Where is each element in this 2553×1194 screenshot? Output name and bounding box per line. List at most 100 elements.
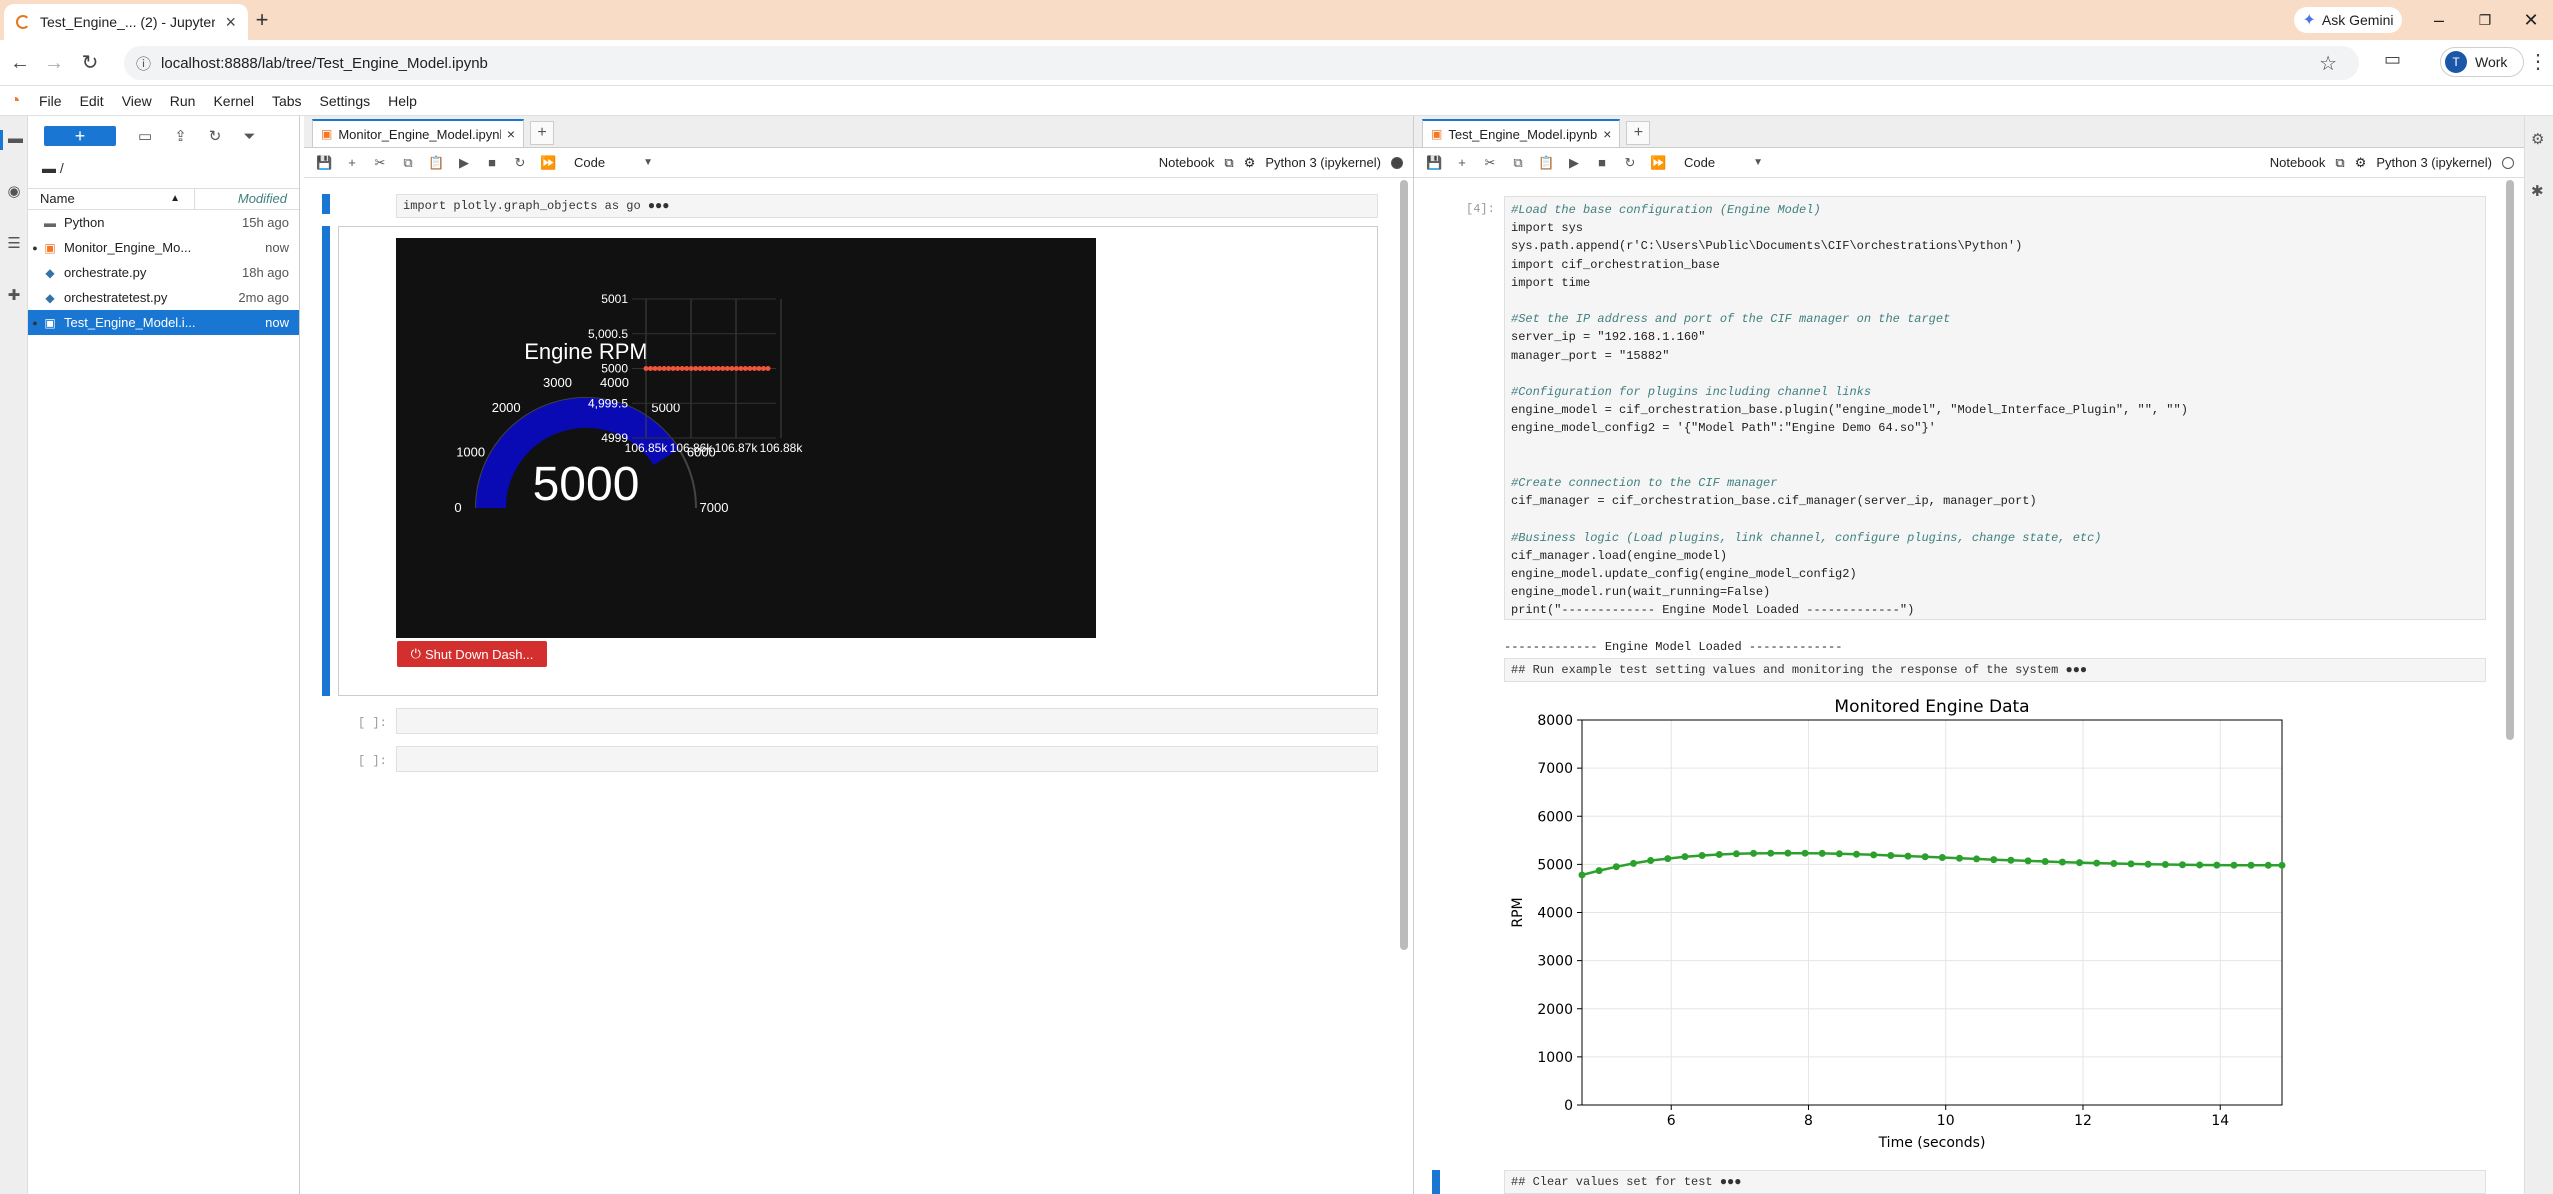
insert-cell-icon[interactable]: +	[344, 155, 360, 170]
save-icon[interactable]: 💾	[316, 155, 332, 171]
ask-gemini-button[interactable]: ✦ Ask Gemini	[2294, 7, 2402, 33]
save-icon[interactable]: 💾	[1426, 155, 1442, 171]
close-window-button[interactable]: ✕	[2511, 6, 2551, 34]
fast-forward-icon[interactable]: ⏩	[540, 155, 556, 171]
code-cell-import[interactable]: import plotly.graph_objects as go ●●●	[396, 194, 1378, 218]
url-bar[interactable]: ⓘ localhost:8888/lab/tree/Test_Engine_Mo…	[124, 46, 2359, 80]
running-icon[interactable]: ◉	[4, 182, 24, 202]
add-tab-button[interactable]: +	[530, 121, 554, 145]
rpm-point	[756, 366, 762, 371]
tab-test-engine-model[interactable]: ▣ Test_Engine_Model.ipynb ×	[1422, 119, 1621, 147]
collapsed-ellipsis-icon[interactable]: ●●●	[648, 199, 670, 213]
left-notebook-scrollbar[interactable]	[1400, 180, 1408, 950]
close-tab-icon[interactable]: ×	[225, 12, 236, 33]
rpm-point	[720, 366, 726, 371]
restart-icon[interactable]: ↻	[512, 155, 528, 171]
copy-icon[interactable]: ⧉	[400, 155, 416, 171]
stop-icon[interactable]: ■	[484, 155, 500, 170]
cast-icon[interactable]: ▭	[2384, 49, 2401, 70]
cut-icon[interactable]: ✂	[372, 155, 388, 171]
file-row[interactable]: ▬ Python 15h ago	[28, 210, 299, 235]
bookmark-star-icon[interactable]: ☆	[2319, 51, 2337, 76]
profile-button[interactable]: T Work	[2440, 47, 2524, 77]
cut-icon[interactable]: ✂	[1482, 155, 1498, 171]
tab-monitor-engine-model[interactable]: ▣ Monitor_Engine_Model.ipynb ×	[312, 119, 524, 147]
stop-icon[interactable]: ■	[1594, 155, 1610, 170]
breadcrumb[interactable]: ▬ /	[28, 156, 299, 180]
code-line: cif_manager.load(engine_model)	[1511, 548, 1728, 563]
fast-forward-icon[interactable]: ⏩	[1650, 155, 1666, 171]
right-notebook-scrollbar[interactable]	[2506, 180, 2514, 740]
add-tab-button[interactable]: +	[1626, 121, 1651, 145]
cell-type-dropdown[interactable]: Code	[574, 155, 605, 170]
file-modified: now	[265, 240, 289, 255]
filter-icon[interactable]: ⏷	[243, 128, 255, 145]
markdown-cell[interactable]: ## Run example test setting values and m…	[1504, 658, 2486, 682]
table-of-contents-icon[interactable]: ☰	[4, 234, 24, 254]
menu-view[interactable]: View	[113, 93, 161, 109]
browser-tab[interactable]: Test_Engine_... (2) - JupyterLab ×	[4, 4, 248, 40]
modified-column-header[interactable]: Modified	[195, 189, 299, 209]
empty-code-cell[interactable]	[396, 708, 1378, 734]
new-tab-button[interactable]: +	[248, 6, 276, 34]
menu-settings[interactable]: Settings	[311, 93, 380, 109]
forward-icon[interactable]: →	[40, 49, 68, 77]
close-icon[interactable]: ×	[1603, 126, 1611, 142]
kernel-name[interactable]: Python 3 (ipykernel)	[1265, 155, 1381, 170]
folder-icon: ▬	[44, 215, 56, 230]
new-folder-icon[interactable]: ▭	[138, 127, 152, 145]
run-icon[interactable]: ▶	[1566, 155, 1582, 171]
gauge-value: 5000	[533, 458, 640, 511]
code-cell-engine-model[interactable]: #Load the base configuration (Engine Mod…	[1504, 196, 2486, 620]
insert-cell-icon[interactable]: +	[1454, 155, 1470, 170]
file-row[interactable]: ● ▣ Test_Engine_Model.i... now	[28, 310, 299, 335]
refresh-icon[interactable]: ↻	[209, 127, 222, 145]
copy-icon[interactable]: ⧉	[1510, 155, 1526, 171]
rpm-point	[666, 366, 672, 371]
rpm-data-point	[1887, 851, 1895, 859]
menu-run[interactable]: Run	[161, 93, 205, 109]
file-row[interactable]: ● ▣ Monitor_Engine_Mo... now	[28, 235, 299, 260]
collapsed-ellipsis-icon[interactable]: ●●●	[1720, 1175, 1742, 1189]
maximize-button[interactable]: ❐	[2465, 6, 2505, 34]
menu-help[interactable]: Help	[379, 93, 426, 109]
extensions-icon[interactable]: ✚	[4, 286, 24, 306]
open-notebook-link[interactable]: Notebook	[2270, 155, 2326, 170]
paste-icon[interactable]: 📋	[1538, 155, 1554, 171]
file-row[interactable]: ◆ orchestratetest.py 2mo ago	[28, 285, 299, 310]
kernel-name[interactable]: Python 3 (ipykernel)	[2376, 155, 2492, 170]
debugger-icon[interactable]: ✱	[2531, 182, 2544, 200]
file-row[interactable]: ◆ orchestrate.py 18h ago	[28, 260, 299, 285]
empty-code-cell[interactable]	[396, 746, 1378, 772]
file-browser-icon[interactable]: ▬	[0, 130, 28, 150]
cell-type-dropdown[interactable]: Code	[1684, 155, 1715, 170]
name-column-header[interactable]: Name ▲	[28, 189, 195, 209]
gear-icon[interactable]: ⚙	[1244, 155, 1256, 171]
menu-file[interactable]: File	[30, 93, 71, 109]
close-icon[interactable]: ×	[507, 126, 515, 142]
shutdown-dash-button[interactable]: ⏻ Shut Down Dash...	[397, 641, 547, 667]
restart-icon[interactable]: ↻	[1622, 155, 1638, 171]
rpm-data-point	[2230, 861, 2238, 869]
menu-kernel[interactable]: Kernel	[204, 93, 262, 109]
open-notebook-link[interactable]: Notebook	[1159, 155, 1215, 170]
minimize-button[interactable]: –	[2419, 6, 2459, 34]
markdown-cell[interactable]: ## Clear values set for test ●●●	[1504, 1170, 2486, 1194]
reload-icon[interactable]: ↻	[76, 49, 104, 77]
menu-tabs[interactable]: Tabs	[263, 93, 311, 109]
url-text: localhost:8888/lab/tree/Test_Engine_Mode…	[161, 54, 488, 72]
collapsed-ellipsis-icon[interactable]: ●●●	[2066, 663, 2088, 677]
folder-icon: ▬	[42, 160, 56, 176]
run-icon[interactable]: ▶	[456, 155, 472, 171]
browser-menu-icon[interactable]: ⋮	[2528, 49, 2548, 74]
property-inspector-icon[interactable]: ⚙	[2531, 130, 2544, 148]
menu-edit[interactable]: Edit	[71, 93, 113, 109]
paste-icon[interactable]: 📋	[428, 155, 444, 171]
upload-icon[interactable]: ⇪	[174, 127, 187, 145]
site-info-icon[interactable]: ⓘ	[136, 53, 151, 74]
rpm-data-point	[1990, 856, 1998, 864]
back-icon[interactable]: ←	[6, 49, 34, 77]
rpm-ytick-label: 4,999.5	[588, 396, 628, 410]
gear-icon[interactable]: ⚙	[2355, 155, 2367, 171]
new-launcher-button[interactable]: +	[44, 126, 116, 146]
